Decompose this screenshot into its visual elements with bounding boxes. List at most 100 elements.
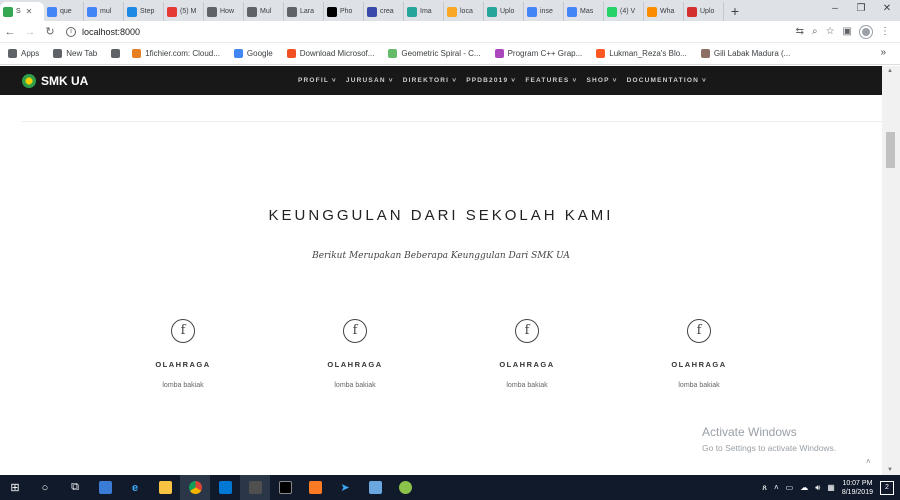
keyboard-icon[interactable]: ▦ — [827, 483, 835, 492]
google-icon — [47, 6, 57, 17]
browser-tab[interactable]: Uplo — [484, 2, 524, 21]
browser-tab[interactable]: que — [44, 2, 84, 21]
paint-icon[interactable] — [390, 475, 420, 500]
nav-menu-item[interactable]: FEATURES ˅ — [525, 77, 577, 84]
google-icon — [233, 49, 243, 58]
nav-menu-item[interactable]: PROFIL ˅ — [298, 77, 337, 84]
bookmark-item[interactable]: Gili Labak Madura (... — [700, 49, 790, 58]
bookmark-item[interactable]: 1fichier.com: Cloud... — [132, 49, 220, 58]
browser-tab[interactable]: (4) V — [604, 2, 644, 21]
browser-tab[interactable]: (5) M — [164, 2, 204, 21]
browser-tab[interactable]: loca — [444, 2, 484, 21]
forward-icon[interactable]: → — [20, 26, 40, 38]
url-text[interactable]: localhost:8000 — [82, 27, 140, 37]
task-view-icon[interactable]: ⧉ — [60, 475, 90, 500]
start-icon[interactable]: ⊞ — [0, 475, 30, 500]
tray-expand-icon[interactable]: ˄ — [774, 483, 779, 492]
scroll-down-icon[interactable]: ▼ — [887, 467, 893, 473]
profile-avatar[interactable] — [860, 25, 872, 38]
extension-icon[interactable]: ▣ — [843, 26, 852, 37]
bookmark-item[interactable]: Apps — [8, 49, 39, 58]
file-explorer-icon[interactable] — [150, 475, 180, 500]
browser-tab[interactable]: Uplo — [684, 2, 724, 21]
browser-tab[interactable]: Step — [124, 2, 164, 21]
close-window-icon[interactable]: ✕ — [874, 0, 900, 20]
browser-tab[interactable]: How — [204, 2, 244, 21]
browser-tab[interactable]: Pho — [324, 2, 364, 21]
page-scrollbar[interactable]: ▲ ▼ — [882, 66, 900, 475]
globe-icon — [111, 49, 121, 58]
vscode-icon[interactable] — [210, 475, 240, 500]
nav-menu-item[interactable]: DOCUMENTATION ˅ — [627, 77, 707, 84]
browser-tab[interactable]: inse — [524, 2, 564, 21]
google-icon — [87, 6, 97, 17]
whatsapp-icon — [607, 6, 617, 17]
clock[interactable]: 10:07 PM 8/19/2019 — [842, 479, 873, 497]
tab-title: loca — [460, 8, 473, 15]
star-icon[interactable]: ☆ — [826, 26, 835, 37]
bookmark-item[interactable]: Google — [233, 49, 273, 58]
address-bar[interactable]: i localhost:8000 — [66, 26, 796, 37]
terminal-icon[interactable] — [270, 475, 300, 500]
back-icon[interactable]: ← — [0, 26, 20, 38]
watermark-subtitle: Go to Settings to activate Windows. — [702, 443, 837, 453]
bookmark-item[interactable]: Lukman_Reza's Blo... — [596, 49, 687, 58]
browser-tab[interactable]: mul — [84, 2, 124, 21]
bookmark-label: Program C++ Grap... — [507, 49, 583, 58]
virtualbox-icon[interactable] — [360, 475, 390, 500]
sublime-icon[interactable] — [240, 475, 270, 500]
info-icon[interactable]: i — [66, 26, 76, 37]
battery-icon[interactable]: ▭ — [786, 483, 794, 492]
scrollbar-thumb[interactable] — [886, 132, 895, 168]
notifications-icon[interactable]: 2 — [880, 480, 894, 495]
site-logo[interactable]: SMK UA — [22, 73, 88, 88]
scroll-up-icon[interactable]: ▲ — [887, 68, 893, 74]
store-icon[interactable] — [90, 475, 120, 500]
bookmarks-overflow-icon[interactable]: » — [880, 47, 886, 58]
whatsapp-icon — [647, 6, 657, 17]
bookmark-item[interactable]: Program C++ Grap... — [494, 49, 583, 58]
browser-tab[interactable]: Lara — [284, 2, 324, 21]
facebook-icon[interactable]: f — [171, 319, 195, 343]
nav-menu-item[interactable]: DIREKTORI ˅ — [403, 77, 457, 84]
xampp-icon[interactable] — [300, 475, 330, 500]
close-tab-icon[interactable]: ✕ — [26, 7, 33, 16]
facebook-icon[interactable]: f — [343, 319, 367, 343]
bookmark-item[interactable]: Download Microsof... — [286, 49, 374, 58]
bookmark-item[interactable]: Geometric Spiral - C... — [388, 49, 481, 58]
browser-tab[interactable]: Ima — [404, 2, 444, 21]
fichier-icon — [132, 49, 142, 58]
people-icon[interactable]: ጸ — [762, 483, 767, 493]
nav-menu-item[interactable]: JURUSAN ˅ — [346, 77, 394, 84]
browser-tab[interactable]: Mul — [244, 2, 284, 21]
minimize-icon[interactable]: – — [822, 0, 848, 20]
browser-tab[interactable]: Wha — [644, 2, 684, 21]
browser-tab[interactable]: S ✕ — [0, 2, 44, 21]
translate-icon[interactable]: ⇆ — [796, 26, 804, 37]
new-tab-button[interactable]: + — [724, 2, 746, 21]
nav-menu-item[interactable]: PPDB2019 ˅ — [466, 77, 516, 84]
browser-tab[interactable]: crea — [364, 2, 404, 21]
globe-icon — [53, 49, 63, 58]
browser-tab[interactable]: Mas — [564, 2, 604, 21]
volume-icon[interactable]: 🔊︎ — [815, 483, 820, 493]
app-icon-blue[interactable]: ➤ — [330, 475, 360, 500]
search-icon[interactable]: ○ — [30, 475, 60, 500]
menu-icon[interactable]: ⋮ — [880, 26, 890, 37]
nav-menu-item[interactable]: SHOP ˅ — [586, 77, 617, 84]
facebook-icon[interactable]: f — [687, 319, 711, 343]
restore-icon[interactable]: ❐ — [848, 0, 874, 20]
facebook-icon[interactable]: f — [515, 319, 539, 343]
zoom-icon[interactable]: ⌕ — [812, 26, 818, 37]
edge-icon[interactable]: e — [120, 475, 150, 500]
network-icon[interactable]: ☁ — [800, 483, 808, 492]
chrome-icon[interactable] — [180, 475, 210, 500]
browser-toolbar: ← → ↻ i localhost:8000 ⇆ ⌕ ☆ ▣ ⋮ — [0, 21, 900, 43]
bookmark-item[interactable]: New Tab — [53, 49, 97, 58]
reload-icon[interactable]: ↻ — [40, 25, 60, 38]
bookmark-item[interactable] — [111, 49, 124, 58]
bookmark-label: 1fichier.com: Cloud... — [145, 49, 220, 58]
w-icon — [127, 6, 137, 17]
feature-card: f OLAHRAGA lomba bakiak — [467, 319, 587, 389]
back-to-top-icon[interactable]: ˄ — [866, 457, 871, 466]
